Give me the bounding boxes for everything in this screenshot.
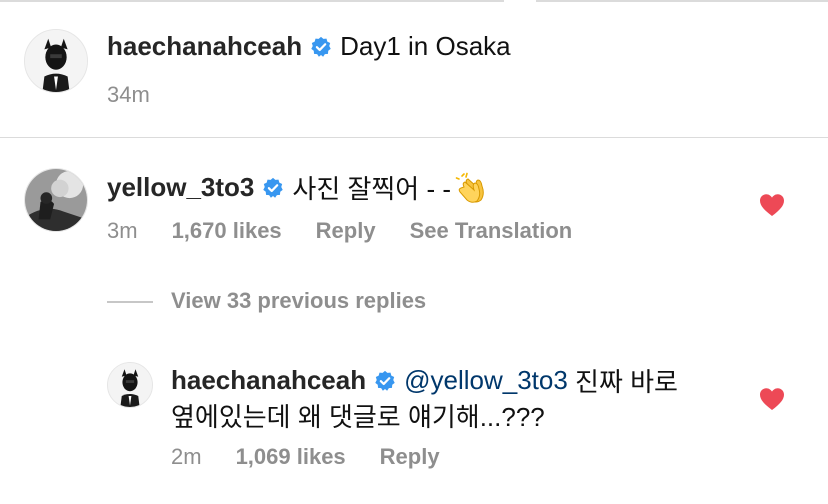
comment-reply-button[interactable]: Reply — [316, 218, 376, 244]
post-caption-text: Day1 in Osaka — [340, 31, 511, 61]
top-border-segment — [0, 0, 504, 2]
reply-row-line2: 옆에있는데 왜 댓글로 얘기해...??? — [171, 397, 545, 434]
reply-like-heart-icon[interactable] — [759, 387, 785, 411]
commenter-username[interactable]: yellow_3to3 — [107, 172, 254, 203]
post-meta: 34m — [107, 82, 184, 108]
comment-row: yellow_3to3 사진 잘찍어 - - — [107, 169, 491, 206]
verified-badge-icon — [262, 177, 284, 199]
post-author-avatar[interactable] — [24, 29, 88, 93]
reply-timestamp: 2m — [171, 444, 202, 469]
top-border-segment — [536, 0, 828, 2]
reply-row-line1: haechanahceah @yellow_3to3 진짜 바로 — [171, 362, 678, 399]
post-username[interactable]: haechanahceah — [107, 31, 302, 62]
verified-badge-icon — [310, 36, 332, 58]
top-border — [0, 0, 828, 3]
reply-author-avatar[interactable] — [107, 362, 153, 408]
view-replies-line — [107, 301, 153, 303]
reply-likes-link[interactable]: 1,069 likes — [236, 444, 346, 470]
see-translation-button[interactable]: See Translation — [410, 218, 573, 244]
comment-like-heart-icon[interactable] — [759, 193, 785, 217]
comment-meta: 3m 1,670 likes Reply See Translation — [107, 218, 606, 244]
reply-reply-button[interactable]: Reply — [380, 444, 440, 470]
reply-mention-link[interactable]: @yellow_3to3 — [404, 365, 568, 396]
reply-text-line2: 옆에있는데 왜 댓글로 얘기해...??? — [171, 402, 545, 432]
post-caption-row: haechanahceah Day1 in Osaka — [107, 31, 511, 62]
commenter-avatar[interactable] — [24, 168, 88, 232]
clapping-hands-icon — [455, 172, 491, 204]
view-previous-replies-button[interactable]: View 33 previous replies — [171, 288, 426, 314]
post-timestamp: 34m — [107, 82, 150, 107]
reply-meta: 2m 1,069 likes Reply — [171, 444, 474, 470]
reply-username[interactable]: haechanahceah — [171, 365, 366, 396]
section-divider — [0, 137, 828, 138]
comment-likes-link[interactable]: 1,670 likes — [172, 218, 282, 244]
comment-timestamp: 3m — [107, 218, 138, 243]
reply-text-line1: 진짜 바로 — [567, 367, 678, 397]
comment-text: 사진 잘찍어 - - — [292, 174, 451, 204]
verified-badge-icon — [374, 370, 396, 392]
